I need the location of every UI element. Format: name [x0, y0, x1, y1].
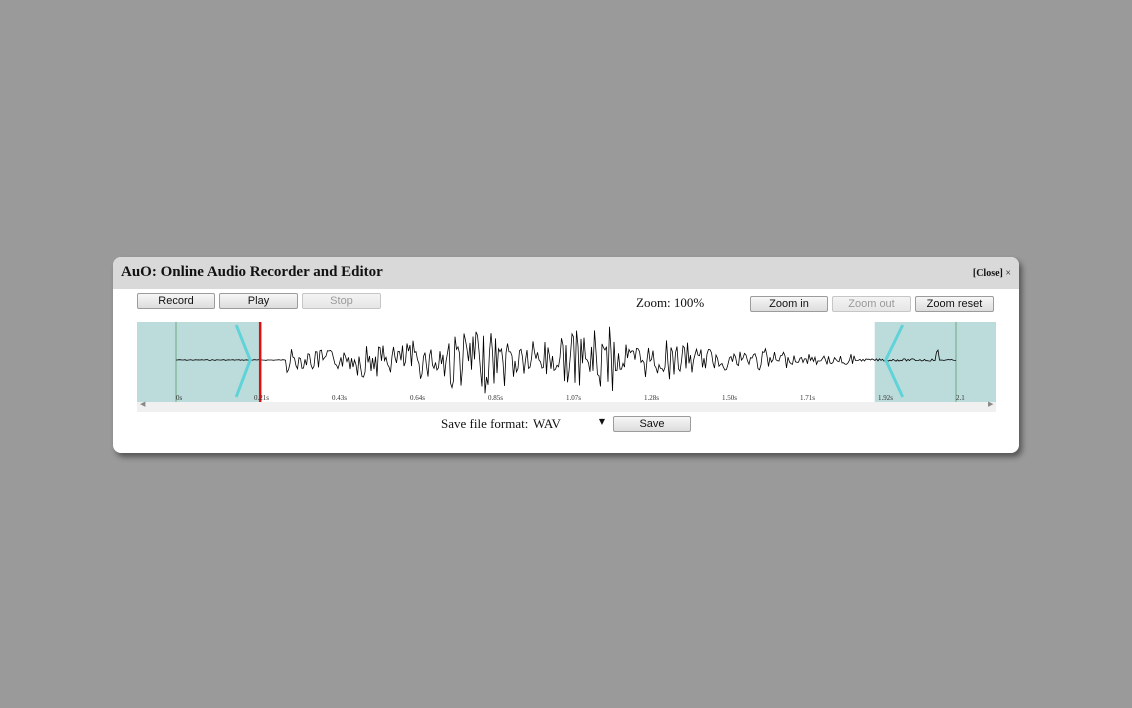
time-tick-label: 1.07s: [566, 394, 581, 402]
zoom-level-text: Zoom: 100%: [636, 295, 705, 310]
dialog-title: AuO: Online Audio Recorder and Editor: [121, 264, 383, 280]
time-tick-label: 0.43s: [332, 394, 347, 402]
recorder-dialog: AuO: Online Audio Recorder and Editor [C…: [113, 257, 1019, 453]
zoom-out-button[interactable]: Zoom out: [832, 296, 911, 312]
stop-button[interactable]: Stop: [302, 293, 381, 309]
zoom-in-button[interactable]: Zoom in: [750, 296, 828, 312]
horizontal-scrollbar[interactable]: [137, 402, 996, 412]
triangle-down-icon: ▼: [598, 417, 605, 426]
title-bar: AuO: Online Audio Recorder and Editor [C…: [113, 257, 1019, 289]
waveform-editor[interactable]: 0s 0.21s 0.43s 0.64s 0.85s 1.07s 1.28s 1.50s 1.7…: [137, 322, 996, 412]
play-button[interactable]: Play: [219, 293, 298, 309]
save-button[interactable]: Save: [613, 416, 691, 432]
close-icon: ×: [1005, 268, 1011, 279]
scroll-left-arrow-icon[interactable]: ◀: [140, 400, 145, 408]
close-button[interactable]: [Close] ×: [973, 268, 1011, 279]
time-tick-label: 1.92s: [878, 394, 893, 402]
zoom-reset-button[interactable]: Zoom reset: [915, 296, 994, 312]
time-tick-label: 0.64s: [410, 394, 425, 402]
time-tick-label: 0.85s: [488, 394, 503, 402]
trim-overlay-start: [137, 322, 261, 402]
time-tick-label: 1.28s: [644, 394, 659, 402]
record-button[interactable]: Record: [137, 293, 215, 309]
time-tick-label: 1.71s: [800, 394, 815, 402]
time-tick-label: 2.1: [956, 394, 965, 402]
trim-overlay-end: [874, 322, 996, 402]
format-select[interactable]: WAV ▼: [533, 416, 607, 432]
waveform-canvas[interactable]: 0s 0.21s 0.43s 0.64s 0.85s 1.07s 1.28s 1.50s 1.7…: [137, 322, 996, 402]
time-tick-label: 1.50s: [722, 394, 737, 402]
save-format-label: Save file format:: [441, 416, 529, 431]
time-tick-label: 0.21s: [254, 394, 269, 402]
time-tick-label: 0s: [176, 394, 183, 402]
close-label: [Close]: [972, 268, 1003, 279]
format-select-value: WAV: [533, 416, 561, 431]
scroll-right-arrow-icon[interactable]: ▶: [988, 400, 993, 408]
